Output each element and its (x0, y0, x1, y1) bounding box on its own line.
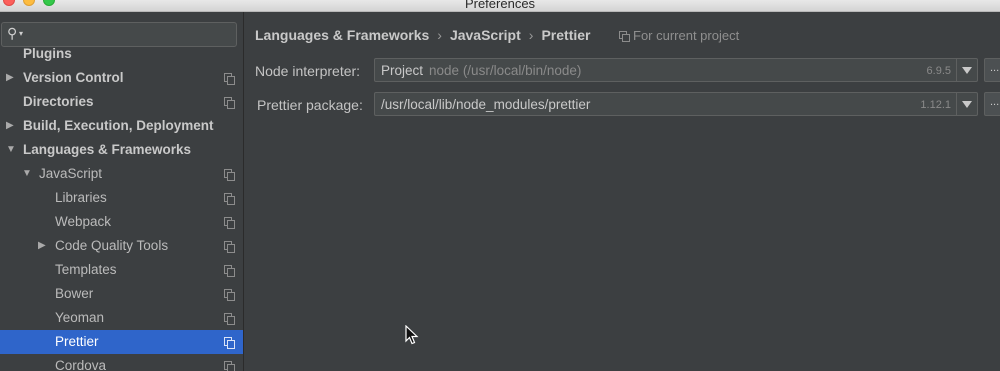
window-title-bar: Preferences (0, 0, 1000, 12)
sidebar-item-label: Plugins (23, 46, 72, 61)
prettier-package-label: Prettier package: (257, 97, 363, 113)
node-interpreter-browse-button[interactable]: ... (984, 58, 1000, 82)
breadcrumb-separator: › (528, 27, 534, 43)
project-scope-icon (224, 361, 235, 371)
settings-sidebar: ⚲ ▾ Plugins ▶ Version Control Directories ▶ B… (0, 12, 244, 371)
sidebar-item[interactable]: ▼ JavaScript (0, 162, 243, 186)
node-interpreter-select[interactable]: Project node (/usr/local/bin/node) 6.9.5 (374, 58, 978, 82)
node-version: 6.9.5 (926, 65, 951, 77)
chevron-down-icon[interactable] (956, 59, 977, 81)
project-scope-icon (224, 337, 235, 349)
sidebar-item[interactable]: Libraries (0, 186, 243, 210)
collapsed-arrow-icon[interactable]: ▶ (6, 66, 14, 90)
sidebar-item[interactable]: ▶ Code Quality Tools (0, 234, 243, 258)
sidebar-item-label: Prettier (55, 334, 99, 349)
project-scope-icon (619, 31, 630, 42)
project-scope-icon (224, 241, 235, 253)
sidebar-item-label: Templates (55, 262, 117, 277)
sidebar-item-label: Bower (55, 286, 94, 301)
sidebar-item[interactable]: Plugins (0, 42, 243, 66)
breadcrumb: Languages & Frameworks › JavaScript › Pretti… (255, 27, 590, 43)
sidebar-item-label: Libraries (55, 190, 107, 205)
chevron-down-icon[interactable] (956, 93, 977, 115)
node-interpreter-path: node (/usr/local/bin/node) (429, 63, 582, 78)
settings-content: Languages & Frameworks › JavaScript › Pretti… (245, 12, 1000, 371)
expanded-arrow-icon[interactable]: ▼ (6, 138, 16, 162)
prettier-package-path: /usr/local/lib/node_modules/prettier (381, 97, 591, 112)
sidebar-item-label: Webpack (55, 214, 112, 229)
sidebar-item-label: Code Quality Tools (55, 238, 169, 253)
sidebar-item-label: Yeoman (55, 310, 105, 325)
sidebar-item-label: Cordova (55, 358, 107, 371)
sidebar-item[interactable]: ▶ Build, Execution, Deployment (0, 114, 243, 138)
prettier-version: 1.12.1 (920, 99, 951, 111)
window-title: Preferences (464, 0, 536, 11)
project-scope-icon (224, 97, 235, 109)
project-scope-icon (224, 313, 235, 325)
scope-label: For current project (633, 28, 740, 43)
prettier-package-select[interactable]: /usr/local/lib/node_modules/prettier 1.1… (374, 92, 978, 116)
sidebar-item-label: Build, Execution, Deployment (23, 118, 214, 133)
breadcrumb-separator: › (437, 27, 442, 43)
project-scope-icon (224, 217, 235, 229)
sidebar-item[interactable]: ▶ Version Control (0, 66, 243, 90)
project-scope-icon (224, 289, 235, 301)
sidebar-item-label: Languages & Frameworks (23, 142, 192, 157)
collapsed-arrow-icon[interactable]: ▶ (38, 234, 46, 258)
sidebar-item-label: Version Control (23, 70, 124, 85)
sidebar-item[interactable]: Prettier (0, 330, 243, 354)
node-interpreter-value: Project (381, 63, 424, 78)
project-scope-icon (224, 169, 235, 181)
sidebar-item[interactable]: Webpack (0, 210, 243, 234)
sidebar-item[interactable]: Templates (0, 258, 243, 282)
search-icon[interactable]: ⚲ (7, 25, 17, 42)
node-interpreter-label: Node interpreter: (255, 63, 361, 79)
expanded-arrow-icon[interactable]: ▼ (22, 162, 32, 186)
scope-indicator: For current project (619, 28, 739, 43)
prettier-package-browse-button[interactable]: ... (984, 92, 1000, 116)
project-scope-icon (224, 193, 235, 205)
sidebar-item[interactable]: Cordova (0, 354, 243, 371)
sidebar-item-label: Directories (23, 94, 94, 109)
sidebar-item[interactable]: Directories (0, 90, 243, 114)
mouse-pointer-icon (405, 325, 419, 345)
search-options-chevron-icon[interactable]: ▾ (19, 29, 23, 38)
breadcrumb-item: Prettier (541, 27, 591, 43)
breadcrumb-item: Languages & Frameworks (255, 27, 430, 43)
sidebar-item[interactable]: Yeoman (0, 306, 243, 330)
breadcrumb-item: JavaScript (449, 27, 521, 43)
sidebar-item[interactable]: Bower (0, 282, 243, 306)
project-scope-icon (224, 73, 235, 85)
sidebar-item[interactable]: ▼ Languages & Frameworks (0, 138, 243, 162)
collapsed-arrow-icon[interactable]: ▶ (6, 114, 14, 138)
sidebar-item-label: JavaScript (39, 166, 103, 181)
project-scope-icon (224, 265, 235, 277)
